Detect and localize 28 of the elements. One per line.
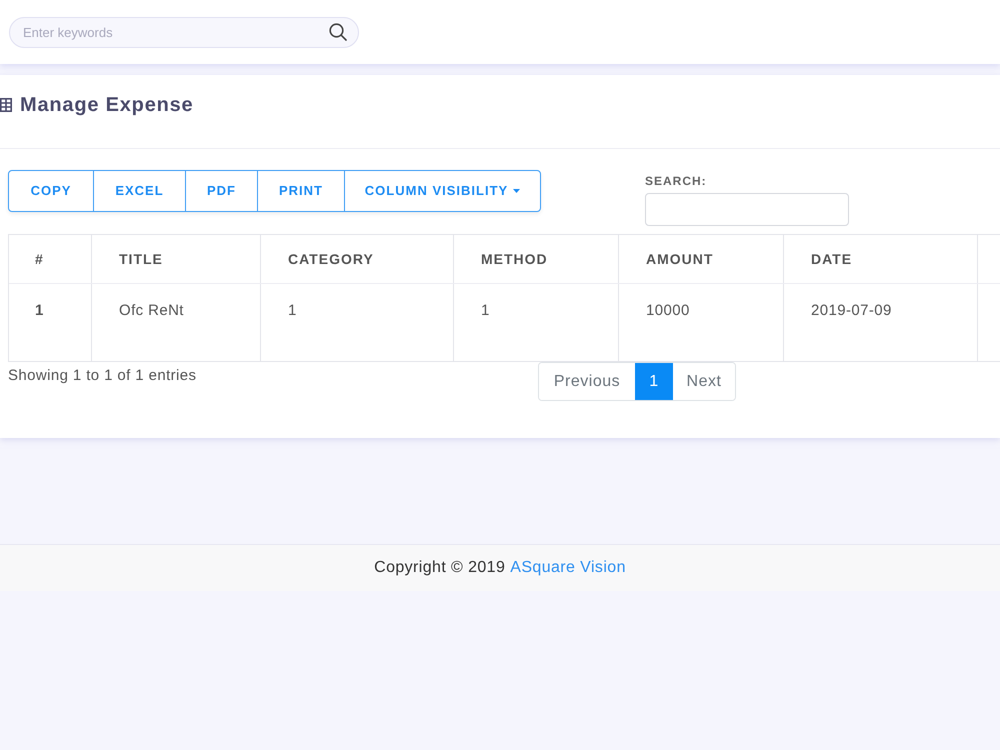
entries-info: Showing 1 to 1 of 1 entries (8, 366, 198, 386)
column-header[interactable]: AMOUNT (646, 248, 714, 270)
export-button[interactable]: COPY (9, 171, 93, 211)
table-cell: 1 (288, 302, 297, 319)
column-visibility-dropdown[interactable]: COLUMN VISIBILITY (344, 171, 540, 211)
search-icon[interactable] (329, 22, 347, 40)
company-link[interactable]: ASquare Vision (510, 556, 626, 580)
export-button[interactable]: PDF (185, 171, 257, 211)
table-cell: 1 (481, 302, 490, 319)
table-cell: Ofc ReNt (119, 302, 184, 319)
page-button[interactable]: 1 (635, 363, 673, 400)
export-button[interactable]: PRINT (257, 171, 344, 211)
search-field[interactable]: Enter keywords (9, 16, 359, 48)
search-label: SEARCH: (645, 173, 708, 190)
table-search-input[interactable] (645, 193, 849, 226)
table-cell: 2019-07-09 (811, 302, 892, 319)
caret-icon (513, 189, 520, 193)
column-header[interactable]: METHOD (481, 248, 548, 270)
table-cell: 1 (35, 302, 44, 319)
table-cell: 10000 (646, 302, 690, 319)
column-header[interactable]: # (35, 248, 44, 270)
card-title: Manage Expense (20, 93, 194, 118)
export-button[interactable]: EXCEL (93, 171, 185, 211)
copyright-text: Copyright © 2019 (374, 558, 506, 578)
column-header[interactable]: CATEGORY (288, 248, 374, 270)
table-icon (0, 98, 12, 112)
column-header[interactable]: DATE (811, 248, 852, 270)
column-header[interactable]: TITLE (119, 248, 163, 270)
